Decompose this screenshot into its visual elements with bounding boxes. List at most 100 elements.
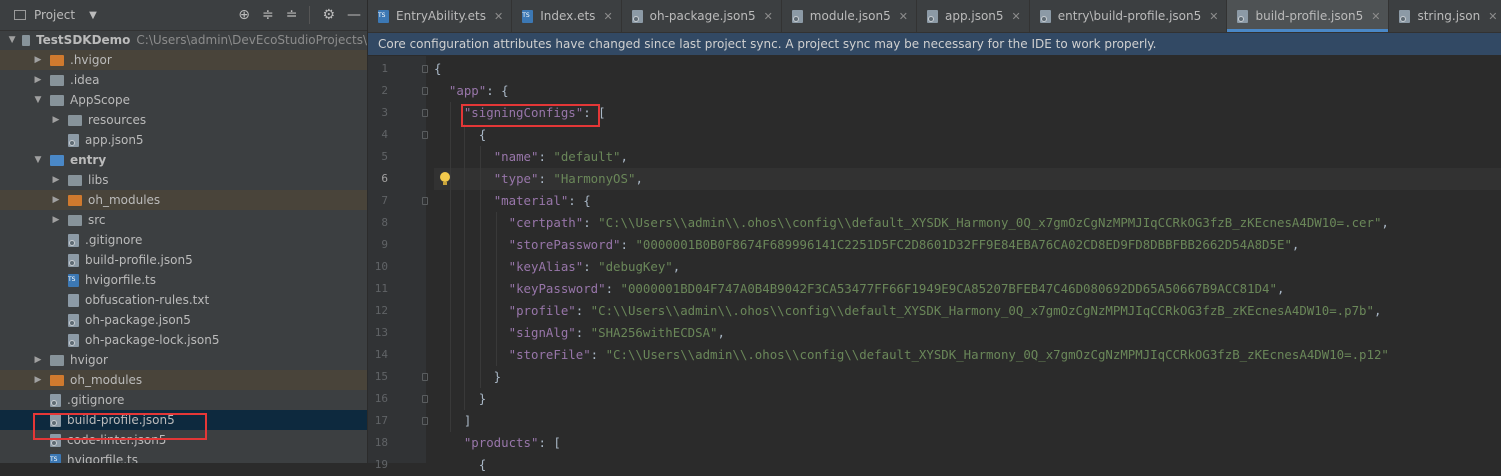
tree-item[interactable]: ▼ AppScope [0, 90, 367, 110]
tree-item[interactable]: ▶ hvigor [0, 350, 367, 370]
tree-item[interactable]: hvigorfile.ts [0, 270, 367, 290]
close-icon[interactable]: ✕ [603, 10, 612, 23]
tree-item[interactable]: ▼ entry [0, 150, 367, 170]
tree-item[interactable]: ▶ oh_modules [0, 190, 367, 210]
project-view-selector[interactable]: Project ▼ [14, 8, 97, 22]
tab-label: string.json [1417, 9, 1481, 23]
close-icon[interactable]: ✕ [1371, 10, 1380, 23]
chevron-right-icon[interactable]: ▶ [32, 355, 44, 365]
lightbulb-icon[interactable] [440, 172, 450, 185]
chevron-right-icon[interactable]: ▶ [32, 75, 44, 85]
json-punctuation: { [434, 127, 487, 142]
tree-item-label: hvigorfile.ts [67, 453, 138, 463]
json-punctuation [434, 303, 509, 318]
code-line: ] [434, 410, 471, 432]
code-line: } [434, 366, 501, 388]
json-key: "keyPassword" [508, 281, 606, 296]
editor-tab[interactable]: string.json ✕ [1389, 0, 1501, 32]
close-icon[interactable]: ✕ [1012, 10, 1021, 23]
folder-icon [50, 74, 64, 86]
close-icon[interactable]: ✕ [764, 10, 773, 23]
tree-item[interactable]: oh-package.json5 [0, 310, 367, 330]
tab-label: app.json5 [944, 9, 1004, 23]
editor-tab[interactable]: app.json5 ✕ [917, 0, 1030, 32]
fold-marker-icon[interactable] [422, 395, 428, 403]
line-number: 19 [374, 458, 388, 471]
json-string: "debugKey" [598, 259, 673, 274]
json-punctuation: : [575, 303, 591, 318]
tree-item[interactable]: ▶ .idea [0, 70, 367, 90]
tree-item[interactable]: ▶ src [0, 210, 367, 230]
fold-marker-icon[interactable] [422, 373, 428, 381]
code-line: "certpath": "C:\\Users\\admin\\.ohos\\co… [434, 212, 1389, 234]
chevron-down-icon[interactable]: ▼ [32, 155, 44, 165]
tree-item[interactable]: app.json5 [0, 130, 367, 150]
chevron-right-icon[interactable]: ▶ [50, 115, 62, 125]
fold-marker-icon[interactable] [422, 131, 428, 139]
json-punctuation [434, 215, 509, 230]
fold-marker-icon[interactable] [422, 197, 428, 205]
code-line: "type": "HarmonyOS", [434, 168, 1501, 190]
editor-tab[interactable]: entry\build-profile.json5 ✕ [1030, 0, 1228, 32]
editor-tab[interactable]: build-profile.json5 ✕ [1227, 0, 1390, 32]
tree-item-label: resources [88, 113, 147, 127]
code-line: { [434, 454, 486, 476]
tab-label: oh-package.json5 [649, 9, 756, 23]
chevron-down-icon[interactable]: ▼ [8, 35, 16, 45]
tree-item[interactable]: ▼ TestSDKDemo C:\Users\admin\DevEcoStudioP… [0, 30, 367, 50]
chevron-right-icon[interactable]: ▶ [50, 195, 62, 205]
json-punctuation: { [434, 61, 442, 76]
tree-item[interactable]: .gitignore [0, 390, 367, 410]
json-punctuation [434, 83, 449, 98]
code-line: "storePassword": "0000001B0B0F8674F68999… [434, 234, 1300, 256]
editor-tab[interactable]: oh-package.json5 ✕ [622, 0, 782, 32]
tree-item[interactable]: hvigorfile.ts [0, 450, 367, 463]
indent-guide [450, 102, 451, 432]
tree-item[interactable]: ▶ .hvigor [0, 50, 367, 70]
json-punctuation [434, 237, 509, 252]
tree-item[interactable]: ▶ resources [0, 110, 367, 130]
tree-item[interactable]: .gitignore [0, 230, 367, 250]
close-icon[interactable]: ✕ [1209, 10, 1218, 23]
tree-item[interactable]: ▶ libs [0, 170, 367, 190]
config-file-icon [68, 133, 79, 147]
editor-tab[interactable]: module.json5 ✕ [782, 0, 917, 32]
fold-marker-icon[interactable] [422, 417, 428, 425]
chevron-right-icon[interactable]: ▶ [50, 215, 62, 225]
chevron-right-icon[interactable]: ▶ [32, 55, 44, 65]
chevron-right-icon[interactable]: ▶ [50, 175, 62, 185]
code-line: { [434, 58, 441, 80]
code-line: "keyPassword": "0000001BD04F747A0B4B9042… [434, 278, 1285, 300]
json-punctuation [434, 105, 464, 120]
json-punctuation: , [1276, 281, 1285, 296]
expand-all-icon[interactable]: ≑ [262, 7, 274, 23]
line-number: 12 [374, 304, 388, 317]
tree-item-label: obfuscation-rules.txt [85, 293, 210, 307]
tree-item-label: entry [70, 153, 107, 167]
minimize-icon[interactable]: — [347, 7, 361, 23]
editor-tab[interactable]: EntryAbility.ets ✕ [368, 0, 513, 32]
json-punctuation: : [590, 347, 606, 362]
chevron-down-icon[interactable]: ▼ [89, 10, 97, 21]
fold-marker-icon[interactable] [422, 109, 428, 117]
editor-tab[interactable]: Index.ets ✕ [512, 0, 622, 32]
close-icon[interactable]: ✕ [494, 10, 503, 23]
collapse-all-icon[interactable]: ≐ [286, 7, 298, 23]
tree-item[interactable]: obfuscation-rules.txt [0, 290, 367, 310]
config-file-icon [631, 9, 643, 23]
chevron-down-icon[interactable]: ▼ [32, 95, 44, 105]
tab-label: module.json5 [809, 9, 891, 23]
tree-item[interactable]: oh-package-lock.json5 [0, 330, 367, 350]
chevron-right-icon[interactable]: ▶ [32, 375, 44, 385]
editor-area: EntryAbility.ets✕Index.ets✕oh-package.js… [368, 0, 1501, 472]
json-punctuation [434, 259, 509, 274]
close-icon[interactable]: ✕ [1488, 10, 1497, 23]
fold-marker-icon[interactable] [422, 65, 428, 73]
gear-icon[interactable]: ⚙ [322, 7, 335, 23]
tree-item[interactable]: ▶ oh_modules [0, 370, 367, 390]
close-icon[interactable]: ✕ [899, 10, 908, 23]
fold-marker-icon[interactable] [422, 87, 428, 95]
tree-item[interactable]: build-profile.json5 [0, 250, 367, 270]
tree-item-label: hvigorfile.ts [85, 273, 156, 287]
crosshair-icon[interactable]: ⊕ [238, 7, 250, 23]
